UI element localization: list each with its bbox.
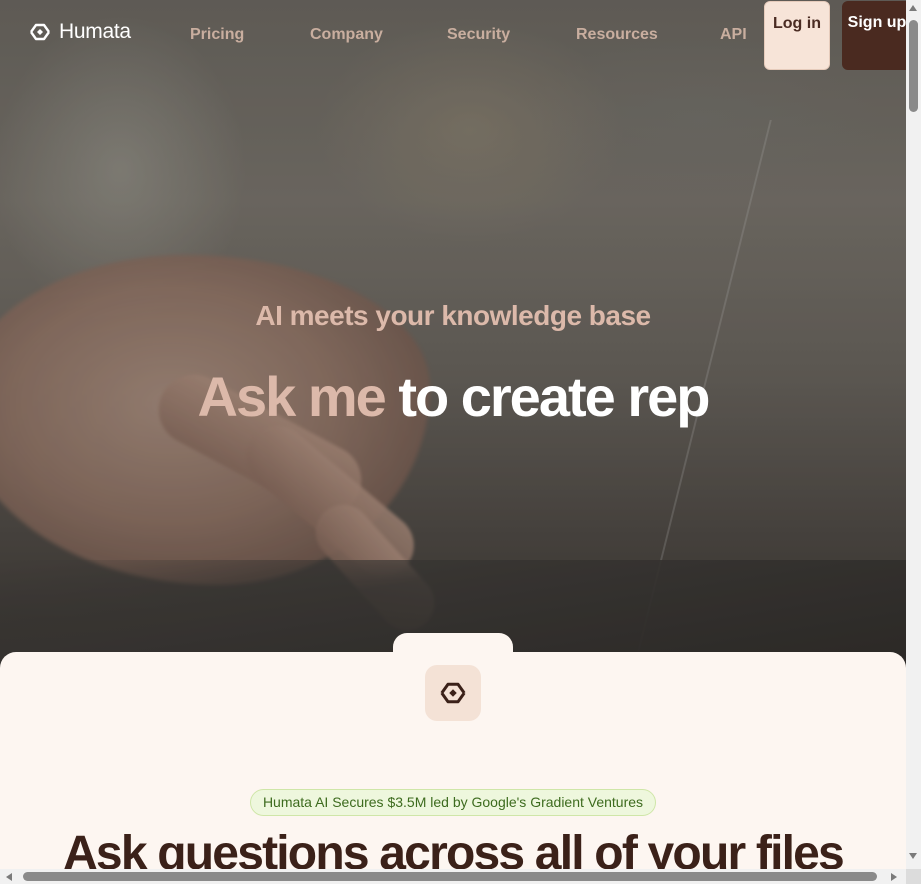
horizontal-scrollbar[interactable] xyxy=(0,869,906,884)
scrollbar-corner xyxy=(906,869,921,884)
signup-button[interactable]: Sign up xyxy=(842,1,906,70)
nav-link-company[interactable]: Company xyxy=(310,26,383,44)
vertical-scrollbar[interactable] xyxy=(906,0,921,869)
nav-link-pricing[interactable]: Pricing xyxy=(190,26,244,44)
humata-logo-icon xyxy=(30,23,50,41)
headline-accent: Ask me xyxy=(197,365,387,428)
brand-logo[interactable]: Humata xyxy=(28,20,131,44)
scroll-up-arrow-icon[interactable] xyxy=(909,5,917,11)
content-card: Humata AI Secures $3.5M led by Google's … xyxy=(0,652,906,869)
scroll-right-arrow-icon[interactable] xyxy=(891,873,897,881)
hero-background-image xyxy=(0,0,906,680)
horizontal-scroll-thumb[interactable] xyxy=(23,872,877,881)
humata-logo-icon xyxy=(440,682,466,704)
scroll-left-arrow-icon[interactable] xyxy=(6,873,12,881)
login-button[interactable]: Log in xyxy=(764,1,830,70)
headline-typed: to create rep xyxy=(398,365,710,428)
nav-link-security[interactable]: Security xyxy=(447,26,510,44)
scroll-down-arrow-icon[interactable] xyxy=(909,853,917,859)
brand-name: Humata xyxy=(59,20,131,43)
hero-overlay xyxy=(0,0,906,670)
nav-link-api[interactable]: API xyxy=(720,26,747,44)
hero-headline: Ask me to create rep xyxy=(0,364,906,429)
nav-link-resources[interactable]: Resources xyxy=(576,26,658,44)
humata-logo-badge xyxy=(425,665,481,721)
top-navigation: Humata Pricing Company Security Resource… xyxy=(0,0,906,70)
announcement-badge[interactable]: Humata AI Secures $3.5M led by Google's … xyxy=(250,789,656,816)
page-viewport: Humata Pricing Company Security Resource… xyxy=(0,0,906,869)
section-title: Ask questions across all of your files xyxy=(63,827,845,869)
hero-tagline: AI meets your knowledge base xyxy=(255,300,651,331)
vertical-scroll-thumb[interactable] xyxy=(909,20,918,112)
